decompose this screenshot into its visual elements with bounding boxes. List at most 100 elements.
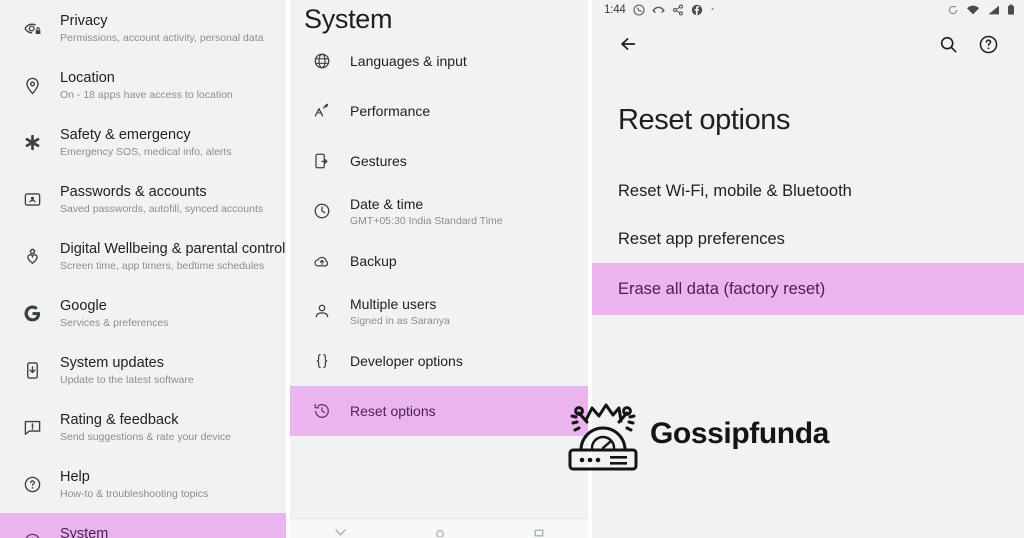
page-title: Reset options [618,104,791,136]
settings-row-digital-wellbeing-parental-controls[interactable]: Digital Wellbeing & parental controls Scr… [0,228,286,285]
safety-asterisk-icon [12,133,52,152]
settings-main-panel: Privacy Permissions, account activity, pe… [0,0,286,538]
settings-row-title: Rating & feedback [60,412,179,428]
settings-row-text: Passwords & accounts Saved passwords, aut… [52,183,286,216]
nav-home-icon[interactable] [435,529,445,537]
globe-icon [302,52,342,70]
whatsapp-icon [633,3,645,16]
more-dot-icon [710,4,715,16]
settings-row-title: Reset options [350,403,436,419]
feedback-bubble-icon [12,418,52,437]
settings-row-title: Performance [350,103,431,119]
settings-row-text: Multiple users Signed in as Saranya [342,295,588,328]
settings-row-title: System updates [60,355,164,371]
settings-row-text: Location On - 18 apps have access to loca… [52,69,286,102]
reset-option-reset-wi-fi-mobile-bluetooth[interactable]: Reset Wi-Fi, mobile & Bluetooth [592,167,1024,215]
reset-history-icon [302,402,342,420]
performance-chart-icon [302,102,342,120]
settings-row-gestures[interactable]: Gestures [290,136,588,186]
call-icon [652,4,665,16]
settings-row-help[interactable]: Help How-to & troubleshooting topics [0,456,286,513]
settings-row-backup[interactable]: Backup [290,236,588,286]
settings-row-multiple-users[interactable]: Multiple users Signed in as Saranya [290,286,588,336]
settings-row-subtitle: Screen time, app timers, bedtime schedul… [60,260,265,272]
settings-row-text: Rating & feedback Send suggestions & rate… [52,411,286,444]
location-pin-icon [12,76,52,95]
system-panel-header: System [304,4,393,34]
settings-row-title: Passwords & accounts [60,184,207,200]
status-clock: 1:44 [604,3,626,16]
rotate-icon [947,4,959,16]
settings-row-text: Backup [342,252,588,270]
settings-row-performance[interactable]: Performance [290,86,588,136]
settings-row-languages-input[interactable]: Languages & input [290,36,588,86]
settings-row-text: Reset options [342,402,588,420]
nav-recents-icon[interactable] [534,529,544,537]
settings-row-safety-emergency[interactable]: Safety & emergency Emergency SOS, medical… [0,114,286,171]
watermark-text: Gossipfunda [650,417,829,450]
settings-row-text: Google Services & preferences [52,297,286,330]
privacy-eye-icon [12,19,52,38]
settings-row-system[interactable]: SystemLanguages, gestures, time, backup [0,513,286,538]
settings-row-subtitle: How-to & troubleshooting topics [60,488,209,500]
settings-row-title: Backup [350,253,397,269]
passwords-card-icon [12,190,52,209]
system-settings-panel: System Languages & input Performance Gestu… [290,0,588,538]
backup-cloud-icon [302,252,342,270]
developer-braces-icon [302,352,342,370]
settings-row-text: Digital Wellbeing & parental controls Scr… [52,240,286,273]
nav-back-icon[interactable] [334,529,346,537]
settings-row-developer-options[interactable]: Developer options [290,336,588,386]
settings-row-passwords-accounts[interactable]: Passwords & accounts Saved passwords, aut… [0,171,286,228]
settings-row-subtitle: On - 18 apps have access to location [60,89,233,101]
back-arrow-icon[interactable] [608,24,648,64]
settings-row-title: Location [60,70,115,86]
settings-row-date-time[interactable]: Date & time GMT+05:30 India Standard Time [290,186,588,236]
settings-row-title: Digital Wellbeing & parental controls [60,241,286,257]
settings-row-subtitle: GMT+05:30 India Standard Time [350,214,503,227]
settings-row-title: Developer options [350,353,463,369]
signal-icon [987,4,1000,16]
settings-row-title: Privacy [60,13,108,29]
settings-row-privacy[interactable]: Privacy Permissions, account activity, pe… [0,0,286,57]
system-settings-rows: Languages & input Performance Gestures Date… [290,36,588,436]
settings-row-subtitle: Permissions, account activity, personal … [60,32,264,44]
wifi-icon [966,4,980,16]
settings-row-google[interactable]: Google Services & preferences [0,285,286,342]
settings-row-title: Google [60,298,107,314]
settings-row-location[interactable]: Location On - 18 apps have access to loca… [0,57,286,114]
google-g-icon [12,304,52,323]
settings-row-text: System updates Update to the latest softw… [52,354,286,387]
wellbeing-heart-icon [12,247,52,266]
settings-row-title: Languages & input [350,53,467,69]
settings-row-subtitle: Services & preferences [60,317,169,329]
settings-row-title: Safety & emergency [60,127,191,143]
settings-row-text: Privacy Permissions, account activity, pe… [52,12,286,45]
settings-main-rows: Privacy Permissions, account activity, pe… [0,0,286,538]
settings-row-system-updates[interactable]: System updates Update to the latest softw… [0,342,286,399]
status-bar: 1:44 [592,0,1024,19]
reset-option-reset-app-preferences[interactable]: Reset app preferences [592,215,1024,263]
gossipfunda-watermark: Gossipfunda [566,396,829,472]
settings-row-title: Help [60,469,90,485]
settings-row-text: Gestures [342,152,588,170]
reset-options-list: Reset Wi-Fi, mobile & Bluetooth Reset app… [592,167,1024,315]
settings-row-title: Date & time [350,195,424,212]
help-question-icon [12,475,52,494]
reset-option-erase-all-data-factory-reset[interactable]: Erase all data (factory reset) [592,263,1024,315]
settings-row-text: Performance [342,102,588,120]
settings-row-reset-options[interactable]: Reset options [290,386,588,436]
share-icon [672,4,684,16]
settings-row-title: Multiple users [350,295,437,312]
system-update-icon [12,361,52,380]
screenshot-stage: Privacy Permissions, account activity, pe… [0,0,1024,538]
settings-row-text: Safety & emergency Emergency SOS, medical… [52,126,286,159]
settings-row-subtitle: Emergency SOS, medical info, alerts [60,146,232,158]
settings-row-rating-feedback[interactable]: Rating & feedback Send suggestions & rate… [0,399,286,456]
search-icon[interactable] [928,24,968,64]
settings-row-subtitle: Signed in as Saranya [350,314,450,327]
settings-row-subtitle: Saved passwords, autofill, synced accoun… [60,203,264,215]
battery-icon [1007,4,1015,16]
help-circle-icon[interactable] [968,24,1008,64]
settings-row-text: Developer options [342,352,588,370]
